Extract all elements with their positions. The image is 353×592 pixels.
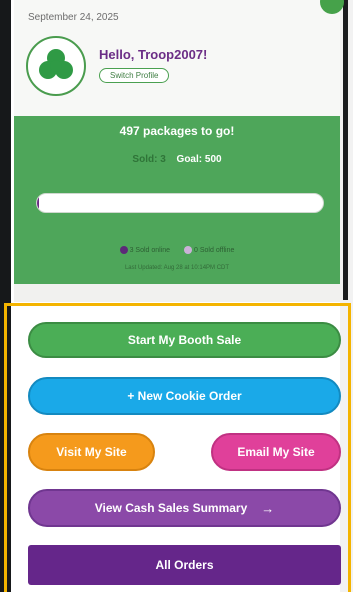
sales-progress-fill bbox=[37, 194, 39, 212]
arrow-right-icon: → bbox=[261, 500, 275, 516]
trefoil-logo bbox=[26, 36, 86, 96]
all-orders-button[interactable]: All Orders bbox=[28, 545, 341, 585]
sold-goal-row: Sold: 3 Goal: 500 bbox=[14, 154, 340, 165]
sales-progress-bar bbox=[36, 193, 324, 213]
legend-offline-label: 0 Sold offline bbox=[194, 246, 235, 254]
current-date: September 24, 2025 bbox=[28, 12, 119, 23]
goal-count: Goal: 500 bbox=[176, 154, 222, 165]
phone-frame-right-edge bbox=[343, 0, 348, 300]
trefoil-icon bbox=[39, 49, 73, 79]
profile-card: September 24, 2025 Hello, Troop2007! Swi… bbox=[14, 0, 344, 116]
sold-count: Sold: 3 bbox=[132, 154, 166, 165]
legend-offline: 0 Sold offline bbox=[184, 246, 235, 254]
legend-online-label: 3 Sold online bbox=[129, 246, 171, 254]
last-updated: Last Updated: Aug 28 at 10:14PM CDT bbox=[124, 265, 230, 271]
greeting-title: Hello, Troop2007! bbox=[99, 47, 208, 62]
start-booth-sale-button[interactable]: Start My Booth Sale bbox=[28, 322, 341, 358]
section-divider bbox=[14, 284, 340, 302]
cash-summary-label: View Cash Sales Summary bbox=[94, 501, 248, 515]
online-dot-icon bbox=[119, 246, 128, 254]
offline-dot-icon bbox=[184, 246, 193, 254]
packages-remaining: 497 packages to go! bbox=[119, 124, 235, 138]
legend-online: 3 Sold online bbox=[119, 246, 171, 254]
new-cookie-order-button[interactable]: + New Cookie Order bbox=[28, 377, 341, 415]
switch-profile-button[interactable]: Switch Profile bbox=[99, 68, 170, 83]
app-screen: September 24, 2025 Hello, Troop2007! Swi… bbox=[0, 0, 353, 592]
view-cash-sales-summary-button[interactable]: View Cash Sales Summary → bbox=[28, 489, 341, 527]
progress-legend: 3 Sold online 0 Sold offline bbox=[14, 246, 340, 254]
email-my-site-button[interactable]: Email My Site bbox=[211, 433, 341, 471]
sales-progress-panel: 497 packages to go! Sold: 3 Goal: 500 3 … bbox=[14, 116, 340, 284]
visit-my-site-button[interactable]: Visit My Site bbox=[28, 433, 155, 471]
